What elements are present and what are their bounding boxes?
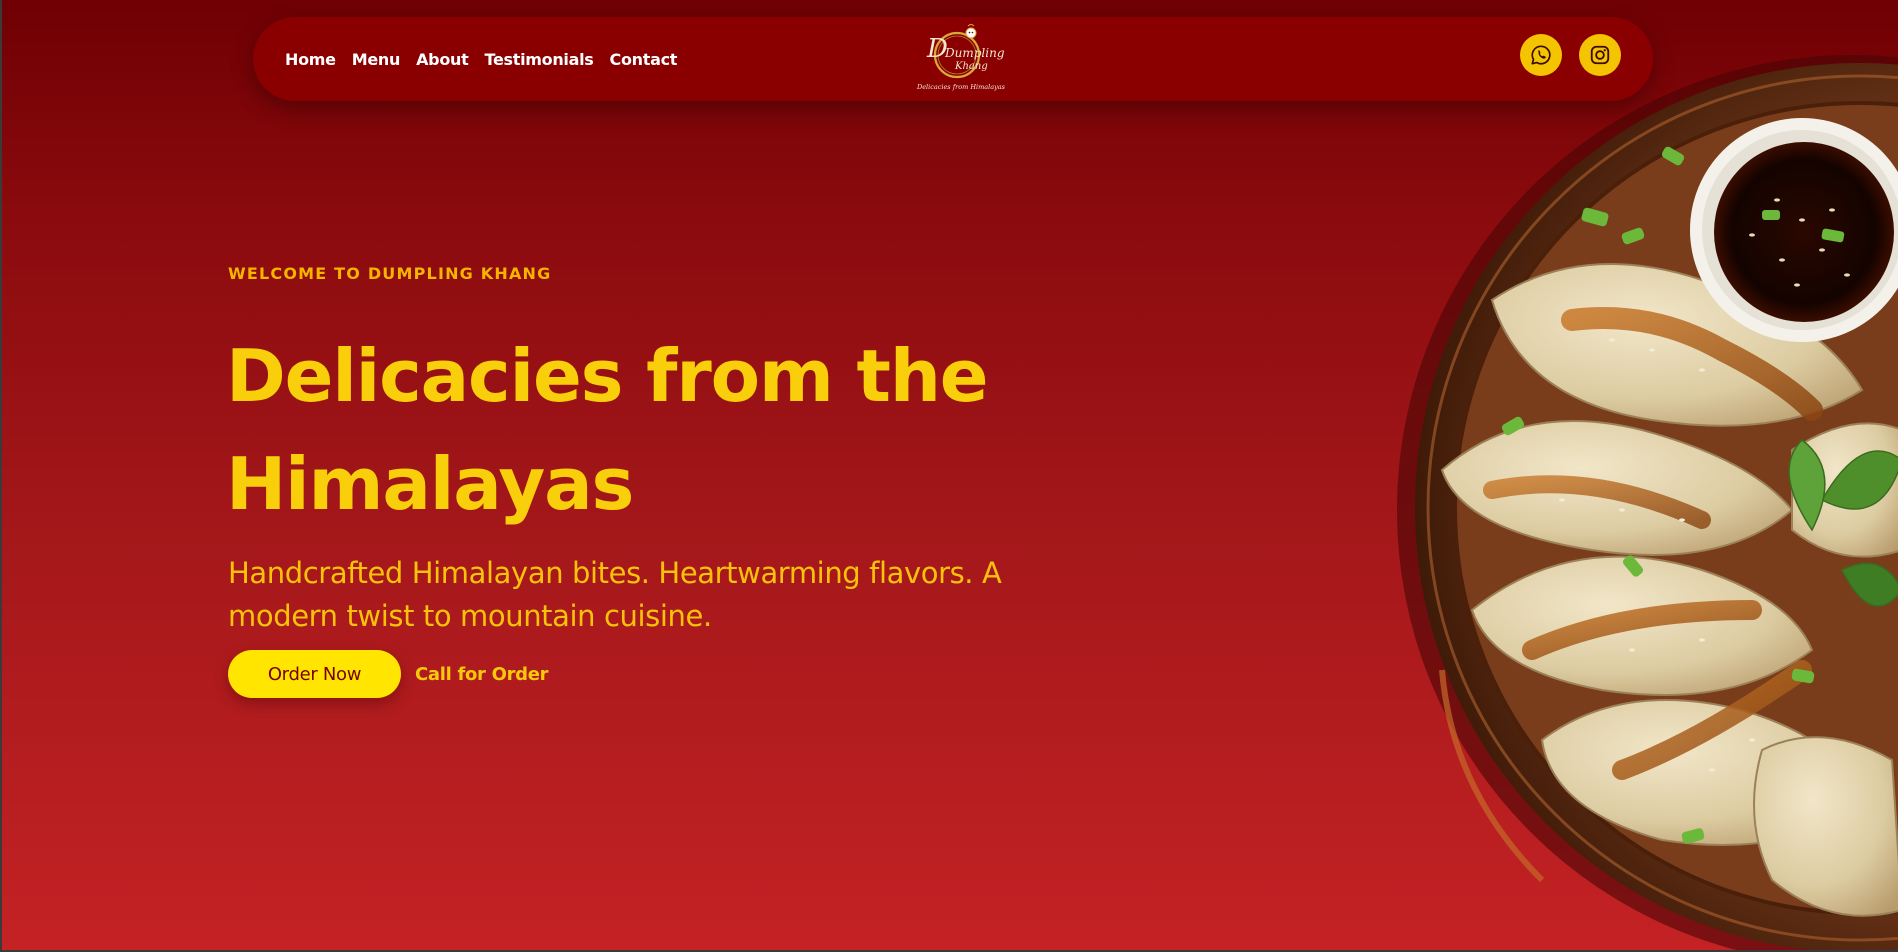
hero-page: Home Menu About Testimonials Contact D D… <box>2 0 1898 950</box>
navbar: Home Menu About Testimonials Contact D D… <box>253 17 1653 101</box>
hero-subtext: Handcrafted Himalayan bites. Heartwarmin… <box>228 556 1002 633</box>
hero-cta-row: Order Now Call for Order <box>228 650 549 698</box>
nav-link-contact[interactable]: Contact <box>610 50 678 69</box>
logo-name-line2: Khang <box>954 61 988 72</box>
social-links <box>1520 34 1621 76</box>
hero-headline: Delicacies from the Himalayas <box>226 334 989 526</box>
order-now-button[interactable]: Order Now <box>228 650 401 698</box>
nav-links: Home Menu About Testimonials Contact <box>285 17 677 101</box>
nav-link-home[interactable]: Home <box>285 50 336 69</box>
dumpling-khang-logo[interactable]: D Dumpling Khang Delicacies from Himalay… <box>905 23 1015 95</box>
whatsapp-icon <box>1531 45 1551 65</box>
dumpling-plate-image <box>1397 55 1898 950</box>
nav-link-about[interactable]: About <box>416 50 469 69</box>
logo-name-line1: Dumpling <box>944 46 1005 60</box>
nav-link-testimonials[interactable]: Testimonials <box>484 50 593 69</box>
instagram-icon <box>1590 45 1610 65</box>
hero-eyebrow: WELCOME TO DUMPLING KHANG <box>228 264 552 283</box>
logo-tagline: Delicacies from Himalayas <box>916 83 1006 91</box>
nav-link-menu[interactable]: Menu <box>352 50 401 69</box>
whatsapp-button[interactable] <box>1520 34 1562 76</box>
call-for-order-link[interactable]: Call for Order <box>415 664 549 685</box>
instagram-button[interactable] <box>1579 34 1621 76</box>
